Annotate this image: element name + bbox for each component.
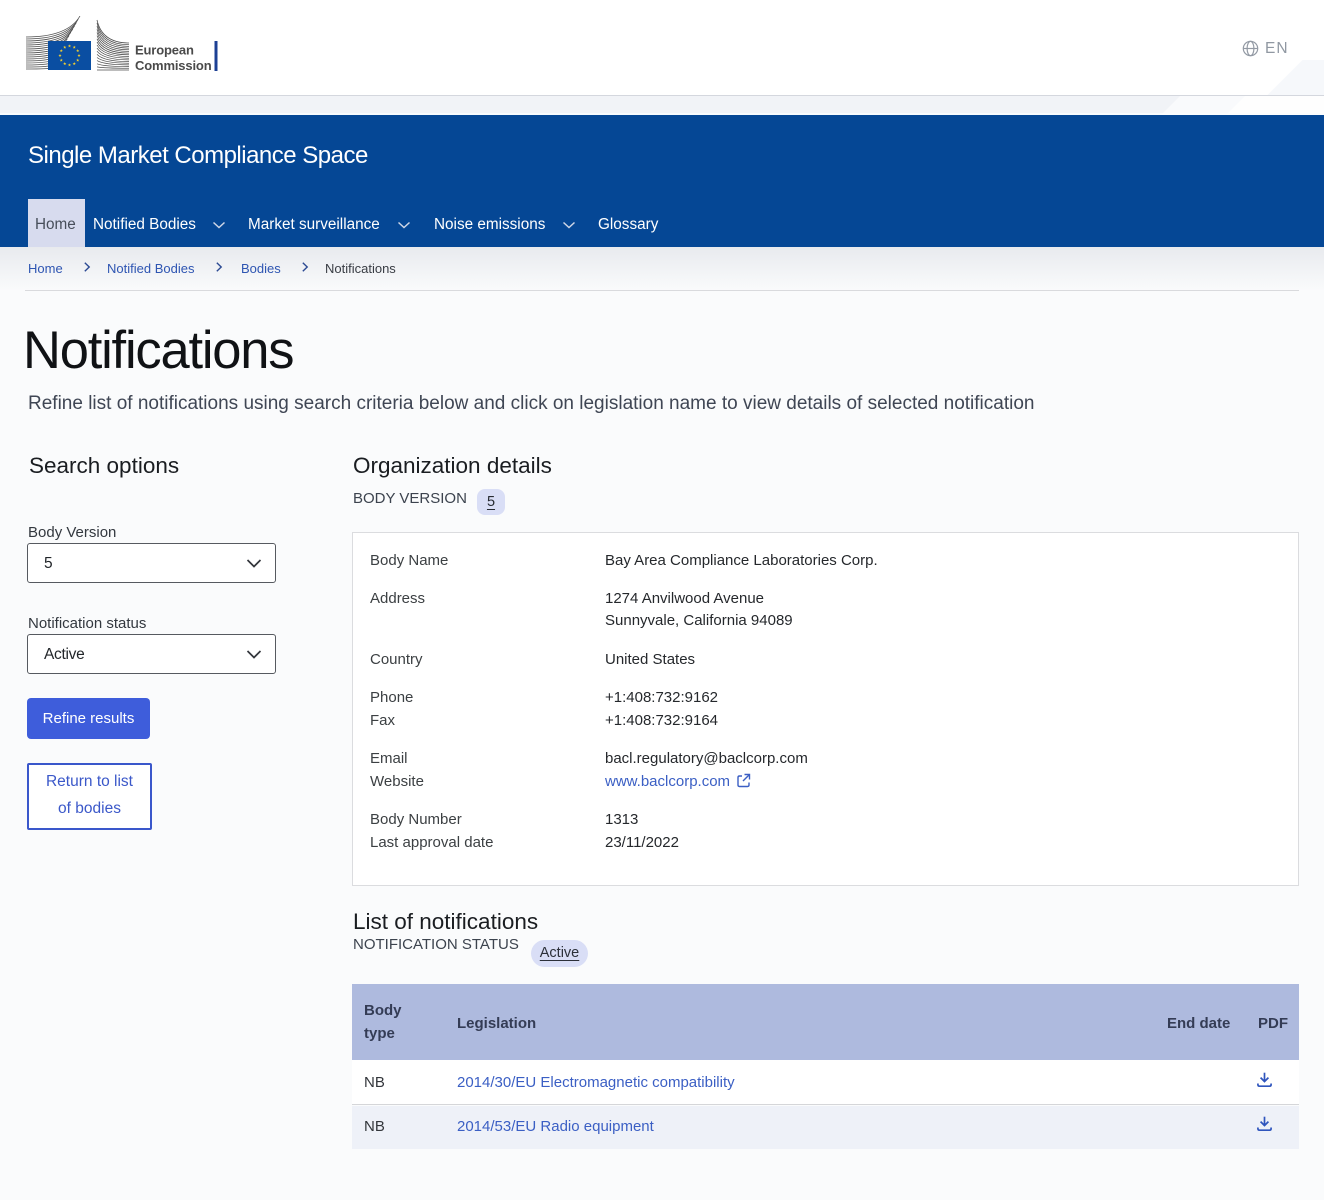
svg-text:Commission: Commission <box>135 58 212 71</box>
svg-text:European: European <box>135 43 194 58</box>
